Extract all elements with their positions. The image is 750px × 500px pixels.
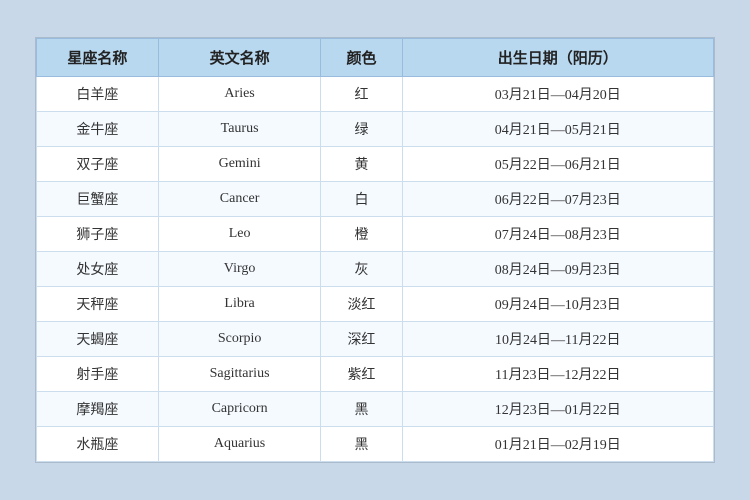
cell-english: Scorpio [158,322,320,357]
cell-color: 黄 [321,147,402,182]
cell-english: Aquarius [158,427,320,462]
header-chinese: 星座名称 [37,39,159,77]
table-row: 射手座Sagittarius紫红11月23日—12月22日 [37,357,714,392]
cell-chinese: 天蝎座 [37,322,159,357]
cell-date: 03月21日—04月20日 [402,77,713,112]
cell-date: 06月22日—07月23日 [402,182,713,217]
cell-chinese: 处女座 [37,252,159,287]
cell-date: 09月24日—10月23日 [402,287,713,322]
cell-english: Capricorn [158,392,320,427]
table-row: 双子座Gemini黄05月22日—06月21日 [37,147,714,182]
cell-color: 白 [321,182,402,217]
table-row: 天蝎座Scorpio深红10月24日—11月22日 [37,322,714,357]
cell-color: 灰 [321,252,402,287]
cell-english: Virgo [158,252,320,287]
cell-date: 08月24日—09月23日 [402,252,713,287]
table-row: 摩羯座Capricorn黑12月23日—01月22日 [37,392,714,427]
cell-date: 07月24日—08月23日 [402,217,713,252]
header-color: 颜色 [321,39,402,77]
header-english: 英文名称 [158,39,320,77]
cell-chinese: 金牛座 [37,112,159,147]
cell-color: 紫红 [321,357,402,392]
cell-english: Taurus [158,112,320,147]
cell-chinese: 白羊座 [37,77,159,112]
cell-date: 10月24日—11月22日 [402,322,713,357]
cell-chinese: 巨蟹座 [37,182,159,217]
cell-chinese: 天秤座 [37,287,159,322]
cell-english: Cancer [158,182,320,217]
cell-color: 深红 [321,322,402,357]
table-row: 金牛座Taurus绿04月21日—05月21日 [37,112,714,147]
cell-color: 红 [321,77,402,112]
cell-chinese: 双子座 [37,147,159,182]
table-row: 天秤座Libra淡红09月24日—10月23日 [37,287,714,322]
cell-date: 12月23日—01月22日 [402,392,713,427]
cell-chinese: 摩羯座 [37,392,159,427]
table-body: 白羊座Aries红03月21日—04月20日金牛座Taurus绿04月21日—0… [37,77,714,462]
cell-color: 绿 [321,112,402,147]
cell-color: 橙 [321,217,402,252]
table-header-row: 星座名称 英文名称 颜色 出生日期（阳历） [37,39,714,77]
cell-chinese: 射手座 [37,357,159,392]
cell-english: Gemini [158,147,320,182]
cell-color: 淡红 [321,287,402,322]
cell-color: 黑 [321,427,402,462]
cell-date: 11月23日—12月22日 [402,357,713,392]
table-row: 巨蟹座Cancer白06月22日—07月23日 [37,182,714,217]
cell-chinese: 水瓶座 [37,427,159,462]
table-row: 水瓶座Aquarius黑01月21日—02月19日 [37,427,714,462]
cell-date: 05月22日—06月21日 [402,147,713,182]
cell-color: 黑 [321,392,402,427]
cell-english: Libra [158,287,320,322]
cell-date: 04月21日—05月21日 [402,112,713,147]
header-date: 出生日期（阳历） [402,39,713,77]
cell-date: 01月21日—02月19日 [402,427,713,462]
cell-english: Aries [158,77,320,112]
table-row: 白羊座Aries红03月21日—04月20日 [37,77,714,112]
zodiac-table: 星座名称 英文名称 颜色 出生日期（阳历） 白羊座Aries红03月21日—04… [36,38,714,462]
zodiac-table-container: 星座名称 英文名称 颜色 出生日期（阳历） 白羊座Aries红03月21日—04… [35,37,715,463]
table-row: 狮子座Leo橙07月24日—08月23日 [37,217,714,252]
cell-chinese: 狮子座 [37,217,159,252]
table-row: 处女座Virgo灰08月24日—09月23日 [37,252,714,287]
cell-english: Sagittarius [158,357,320,392]
cell-english: Leo [158,217,320,252]
